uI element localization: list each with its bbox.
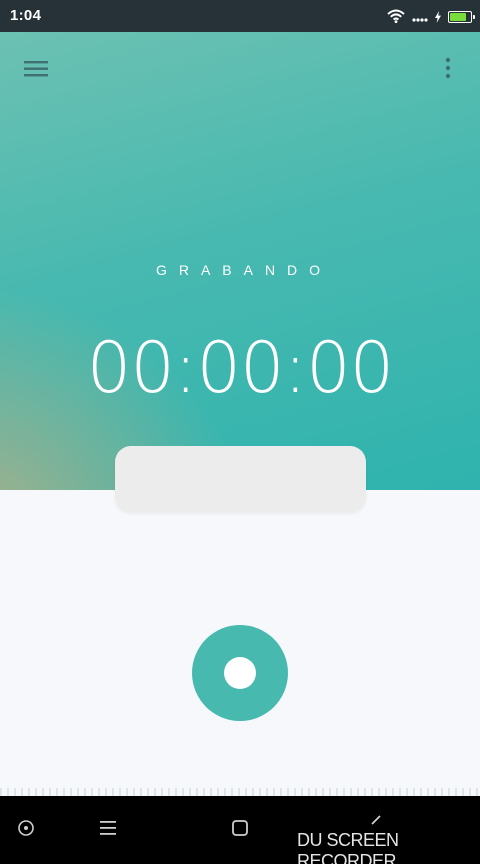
elapsed-time: 00:00:00 [86,327,394,409]
assistant-icon[interactable] [6,814,46,848]
more-vert-icon[interactable] [434,52,462,86]
menu-icon[interactable] [88,814,128,848]
record-button[interactable] [192,625,288,721]
record-icon [224,657,256,689]
recorder-screen: 1:04 GRABANDO 00:00:00 DU SCREEN RECORDE… [0,0,480,864]
signal-dots-icon [412,8,428,27]
status-icons [387,8,475,27]
wifi-icon [387,8,405,27]
battery-icon [448,11,475,23]
recording-info-card [115,446,366,512]
status-bar: 1:04 [0,0,480,32]
hamburger-menu-icon[interactable] [20,54,54,84]
recording-state-label: GRABANDO [155,262,333,278]
home-square-icon[interactable] [220,814,260,848]
status-time: 1:04 [10,7,42,24]
divider [0,788,480,796]
charging-icon [435,8,441,27]
battery-level [450,13,467,21]
screen-recorder-watermark: DU SCREEN RECORDER [297,830,399,864]
recording-header: GRABANDO 00:00:00 [0,32,480,490]
